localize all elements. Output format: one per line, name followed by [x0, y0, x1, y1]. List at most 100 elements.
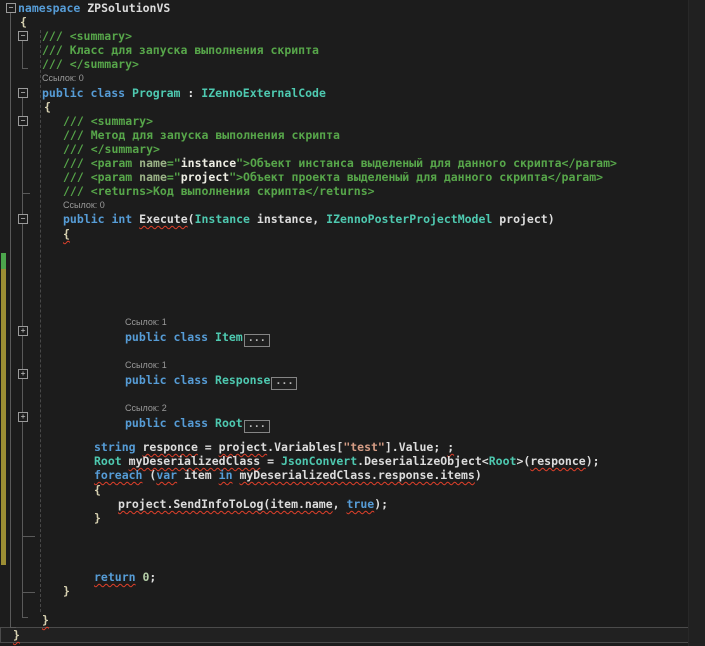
code-token: /// <param: [63, 170, 139, 184]
code-line[interactable]: /// <param name="instance">Объект инстан…: [63, 156, 617, 170]
code-token: true: [347, 497, 375, 511]
code-line[interactable]: }: [42, 613, 49, 627]
code-token: /// <summary>: [42, 29, 132, 43]
code-token: /// Метод для запуска выполнения скрипта: [63, 128, 340, 142]
collapsed-region-box[interactable]: ...: [244, 334, 270, 347]
code-token: namespace: [18, 1, 80, 15]
outline-region-end-tick: [22, 617, 28, 618]
change-tracking-bar-saved: [1, 253, 6, 269]
code-line[interactable]: public class Program : IZennoExternalCod…: [42, 86, 326, 100]
code-token: );: [586, 454, 600, 468]
code-token: responce: [142, 440, 197, 454]
vs-code-editor-window: { "editor": { "background": "#1c1c1c", "…: [0, 0, 705, 646]
code-line[interactable]: string responce = project.Variables["tes…: [94, 440, 454, 454]
code-token: IZennoExternalCode: [201, 86, 326, 100]
codelens-references[interactable]: Ссылок: 1: [125, 360, 167, 371]
code-token: =": [167, 170, 181, 184]
code-line[interactable]: return 0;: [94, 570, 156, 584]
code-line[interactable]: /// <summary>: [42, 29, 132, 43]
code-token: ,: [333, 497, 347, 511]
outline-region-line: [10, 13, 11, 627]
code-token: =: [260, 454, 281, 468]
code-token: }: [42, 613, 49, 627]
code-line[interactable]: /// Класс для запуска выполнения скрипта: [42, 43, 319, 57]
code-line[interactable]: Root myDeserializedClass = JsonConvert.D…: [94, 454, 600, 468]
fold-collapse-icon[interactable]: −: [18, 116, 28, 126]
fold-expand-icon[interactable]: +: [18, 326, 28, 336]
fold-collapse-icon[interactable]: −: [6, 3, 16, 13]
code-token: ">Объект проекта выделеный для данного с…: [229, 170, 603, 184]
code-token: /// <param: [63, 156, 139, 170]
collapsed-region-box[interactable]: ...: [244, 420, 270, 433]
code-line[interactable]: public class Root...: [125, 416, 270, 433]
code-token: ;: [149, 570, 156, 584]
code-line[interactable]: /// </summary>: [42, 57, 139, 71]
code-token: /// </summary>: [63, 142, 160, 156]
outline-region-end-tick: [22, 193, 30, 194]
fold-expand-icon[interactable]: +: [18, 412, 28, 422]
code-token: (: [188, 212, 195, 226]
outline-region-end-tick: [22, 68, 28, 69]
fold-collapse-icon[interactable]: −: [18, 88, 28, 98]
code-line[interactable]: /// <param name="project">Объект проекта…: [63, 170, 603, 184]
code-line[interactable]: {: [20, 15, 27, 29]
code-token: IZennoPosterProjectModel: [326, 212, 492, 226]
code-token: =": [167, 156, 181, 170]
code-token: Instance: [195, 212, 250, 226]
code-token: instance: [250, 212, 312, 226]
code-token: {: [44, 100, 51, 114]
code-token: in: [219, 468, 233, 482]
code-line[interactable]: public int Execute(Instance instance, IZ…: [63, 212, 555, 226]
code-line[interactable]: /// </summary>: [63, 142, 160, 156]
code-line[interactable]: public class Item...: [125, 330, 270, 347]
code-token: Variables: [274, 440, 336, 454]
code-editor[interactable]: namespace ZPSolutionVS{/// <summary>/// …: [0, 0, 705, 646]
code-line[interactable]: {: [63, 227, 70, 241]
code-token: Ссылок: 0: [63, 200, 105, 210]
code-token: responce: [530, 454, 585, 468]
code-line[interactable]: /// <returns>Код выполнения скрипта</ret…: [63, 184, 375, 198]
code-token: return: [94, 570, 136, 584]
code-line[interactable]: {: [94, 483, 101, 497]
fold-expand-icon[interactable]: +: [18, 369, 28, 379]
code-token: Root: [215, 416, 243, 430]
codelens-references[interactable]: Ссылок: 0: [42, 73, 84, 84]
codelens-references[interactable]: Ссылок: 2: [125, 403, 167, 414]
codelens-references[interactable]: Ссылок: 1: [125, 317, 167, 328]
code-line[interactable]: }: [13, 628, 20, 642]
code-token: Ссылок: 1: [125, 317, 167, 327]
code-line[interactable]: /// <summary>: [63, 114, 153, 128]
vertical-scrollbar[interactable]: [688, 0, 705, 646]
collapsed-region-box[interactable]: ...: [271, 377, 297, 390]
code-token: ): [548, 212, 555, 226]
code-line[interactable]: foreach (var item in myDeserializedClass…: [94, 468, 482, 482]
code-token: project: [492, 212, 547, 226]
outline-region-end-tick: [22, 536, 35, 537]
code-line[interactable]: namespace ZPSolutionVS: [18, 1, 170, 15]
code-line[interactable]: public class Response...: [125, 373, 297, 390]
code-token: public class: [125, 330, 215, 344]
code-token: Item: [215, 330, 243, 344]
codelens-references[interactable]: Ссылок: 0: [63, 200, 105, 211]
outline-region-line: [22, 98, 23, 617]
outline-region-line: [22, 41, 23, 68]
code-line[interactable]: /// Метод для запуска выполнения скрипта: [63, 128, 340, 142]
code-token: ): [475, 468, 482, 482]
code-token: ">Объект инстанса выделеный для данного …: [236, 156, 617, 170]
code-token: >(: [516, 454, 530, 468]
code-line[interactable]: project.SendInfoToLog(item.name, true);: [118, 497, 388, 511]
code-token: myDeserializedClass.response.items: [239, 468, 474, 482]
code-token: project.SendInfoToLog(item.name: [118, 497, 333, 511]
code-token: Ссылок: 0: [42, 73, 84, 83]
code-token: Root: [94, 454, 122, 468]
code-token: Value: [399, 440, 434, 454]
code-token: project: [181, 170, 229, 184]
fold-collapse-icon[interactable]: −: [18, 214, 28, 224]
code-token: <: [482, 454, 489, 468]
code-token: "test": [343, 440, 385, 454]
fold-collapse-icon[interactable]: −: [18, 31, 28, 41]
code-line[interactable]: {: [44, 100, 51, 114]
code-line[interactable]: }: [94, 511, 101, 525]
code-line[interactable]: }: [63, 584, 70, 598]
code-token: Ссылок: 2: [125, 403, 167, 413]
